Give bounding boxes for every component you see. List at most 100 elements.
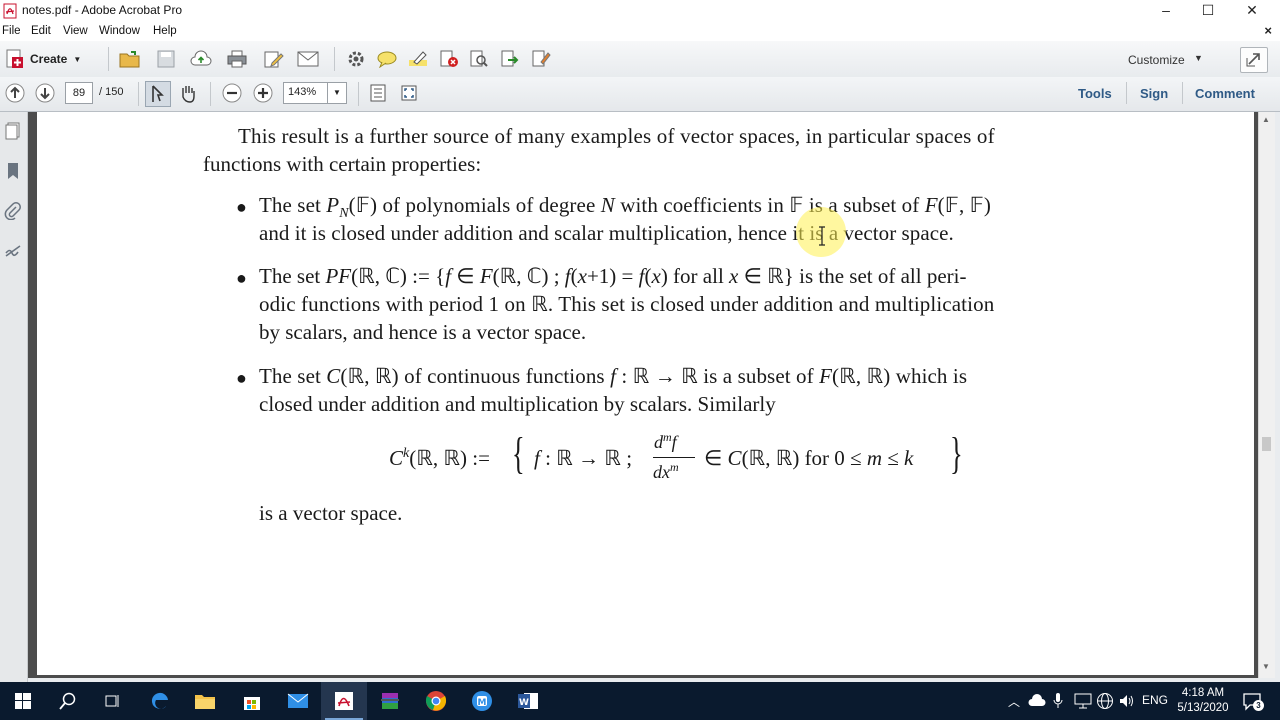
menu-edit[interactable]: Edit — [31, 25, 51, 37]
delete-pages-button[interactable] — [437, 47, 461, 71]
input-language[interactable]: ENG — [1142, 693, 1168, 707]
scrollbar-thumb[interactable] — [1262, 437, 1271, 451]
gear-icon — [348, 51, 364, 67]
left-brace: { — [512, 429, 525, 478]
globe-icon[interactable] — [1096, 692, 1114, 710]
email-button[interactable] — [296, 47, 320, 71]
export-button[interactable] — [498, 47, 522, 71]
bullet-1-line2: and it is closed under addition and scal… — [259, 221, 954, 245]
system-clock[interactable]: 4:18 AM 5/13/2020 — [1174, 686, 1232, 716]
comment-pane-link[interactable]: Comment — [1195, 86, 1255, 101]
maximize-button[interactable]: ☐ — [1186, 0, 1230, 22]
next-page-button[interactable] — [33, 81, 57, 105]
full-screen-button[interactable] — [397, 81, 421, 105]
paperclip-icon[interactable] — [4, 202, 22, 220]
save-icon — [157, 50, 175, 68]
clock-date: 5/13/2020 — [1177, 702, 1229, 714]
mail-taskbar-button[interactable] — [275, 682, 321, 720]
create-button[interactable]: Create ▼ — [4, 47, 92, 71]
acrobat-icon — [335, 692, 353, 710]
hand-tool-button[interactable] — [176, 81, 200, 105]
signature-icon[interactable] — [4, 242, 22, 260]
winrar-taskbar-button[interactable] — [367, 682, 413, 720]
select-tool-button[interactable] — [145, 81, 171, 107]
page-number-input[interactable]: 89 — [65, 82, 93, 104]
menu-view[interactable]: View — [63, 25, 88, 37]
expand-window-button[interactable] — [1240, 47, 1268, 73]
zoom-in-button[interactable] — [251, 81, 275, 105]
edit-pencil-icon — [264, 51, 284, 68]
chrome-taskbar-button[interactable] — [413, 682, 459, 720]
bullet-1-line1: The set PN(𝔽) of polynomials of degree N… — [259, 193, 992, 222]
customize-menu[interactable]: Customize — [1128, 53, 1185, 67]
bullet-2-line3: by scalars, and hence is a vector space. — [259, 320, 587, 344]
display-equation: Ck(ℝ, ℝ) := — [389, 446, 490, 470]
bookmark-icon[interactable] — [4, 162, 22, 180]
close-document-button[interactable]: × — [1264, 23, 1272, 38]
sign-pane-link[interactable]: Sign — [1140, 86, 1168, 101]
edit-document-button[interactable] — [262, 47, 286, 71]
right-brace: } — [950, 429, 963, 478]
zoom-select[interactable]: 143% ▼ — [283, 82, 347, 104]
cloud-sync-icon[interactable] — [1028, 693, 1046, 709]
main-toolbar: Create ▼ Customize ▼ — [0, 41, 1280, 78]
action-center-button[interactable]: 3 — [1242, 691, 1264, 714]
settings-button[interactable] — [344, 47, 368, 71]
network-icon[interactable] — [1074, 693, 1092, 709]
start-button[interactable] — [0, 682, 46, 720]
svg-text:M: M — [478, 698, 487, 708]
task-view-button[interactable] — [90, 682, 136, 720]
file-explorer-taskbar-button[interactable] — [182, 682, 228, 720]
acrobat-taskbar-button[interactable] — [321, 682, 367, 720]
scroll-down-icon[interactable]: ▼ — [1262, 662, 1270, 671]
text-cursor-icon — [152, 85, 164, 102]
page-thumbnails-icon[interactable] — [4, 122, 22, 140]
zoom-out-button[interactable] — [220, 81, 244, 105]
find-button[interactable] — [467, 47, 491, 71]
minimize-button[interactable]: – — [1144, 0, 1188, 22]
word-taskbar-button[interactable]: W — [505, 682, 551, 720]
chevron-down-icon: ▼ — [1194, 53, 1203, 63]
vertical-scrollbar[interactable]: ▲ ▼ — [1258, 112, 1275, 678]
microphone-icon[interactable] — [1053, 692, 1063, 710]
open-folder-button[interactable] — [118, 47, 142, 71]
close-window-button[interactable]: ✕ — [1230, 0, 1274, 22]
open-folder-icon — [119, 51, 140, 68]
clock-time: 4:18 AM — [1181, 687, 1225, 699]
edge-taskbar-button[interactable] — [137, 682, 183, 720]
menu-help[interactable]: Help — [153, 25, 177, 37]
previous-page-button[interactable] — [3, 81, 27, 105]
fit-page-button[interactable] — [366, 81, 390, 105]
archive-icon — [381, 693, 399, 709]
acrobat-app-icon — [3, 3, 17, 19]
menu-window[interactable]: Window — [99, 25, 140, 37]
zoom-value: 143% — [288, 86, 317, 98]
print-button[interactable] — [225, 47, 249, 71]
toolbar-separator — [108, 47, 109, 71]
text-cursor-icon — [819, 226, 825, 246]
expand-icon — [1246, 53, 1260, 67]
tools-pane-link[interactable]: Tools — [1078, 86, 1112, 101]
folder-icon — [195, 695, 215, 709]
arrow-down-icon — [35, 83, 55, 103]
intro-paragraph-line1: This result is a further source of many … — [238, 124, 995, 148]
fit-page-icon — [370, 84, 386, 102]
toolbar-separator — [358, 82, 359, 106]
equation-set-body: f : ℝ → ℝ ; — [534, 446, 633, 470]
scroll-up-icon[interactable]: ▲ — [1262, 115, 1270, 124]
app-taskbar-button[interactable]: M — [459, 682, 505, 720]
menu-file[interactable]: File — [2, 25, 21, 37]
save-button[interactable] — [154, 47, 178, 71]
mail-icon — [287, 693, 309, 708]
highlight-button[interactable] — [406, 47, 430, 71]
chrome-icon — [425, 691, 447, 711]
speaker-icon[interactable] — [1118, 692, 1136, 710]
show-hidden-icons[interactable]: ︿ — [1008, 693, 1020, 710]
store-taskbar-button[interactable] — [229, 682, 275, 720]
sign-document-button[interactable] — [529, 47, 553, 71]
search-button[interactable] — [45, 682, 91, 720]
comment-bubble-button[interactable] — [375, 47, 399, 71]
chevron-down-icon: ▼ — [327, 83, 346, 103]
cloud-upload-button[interactable] — [189, 47, 213, 71]
delete-page-icon — [440, 50, 458, 67]
